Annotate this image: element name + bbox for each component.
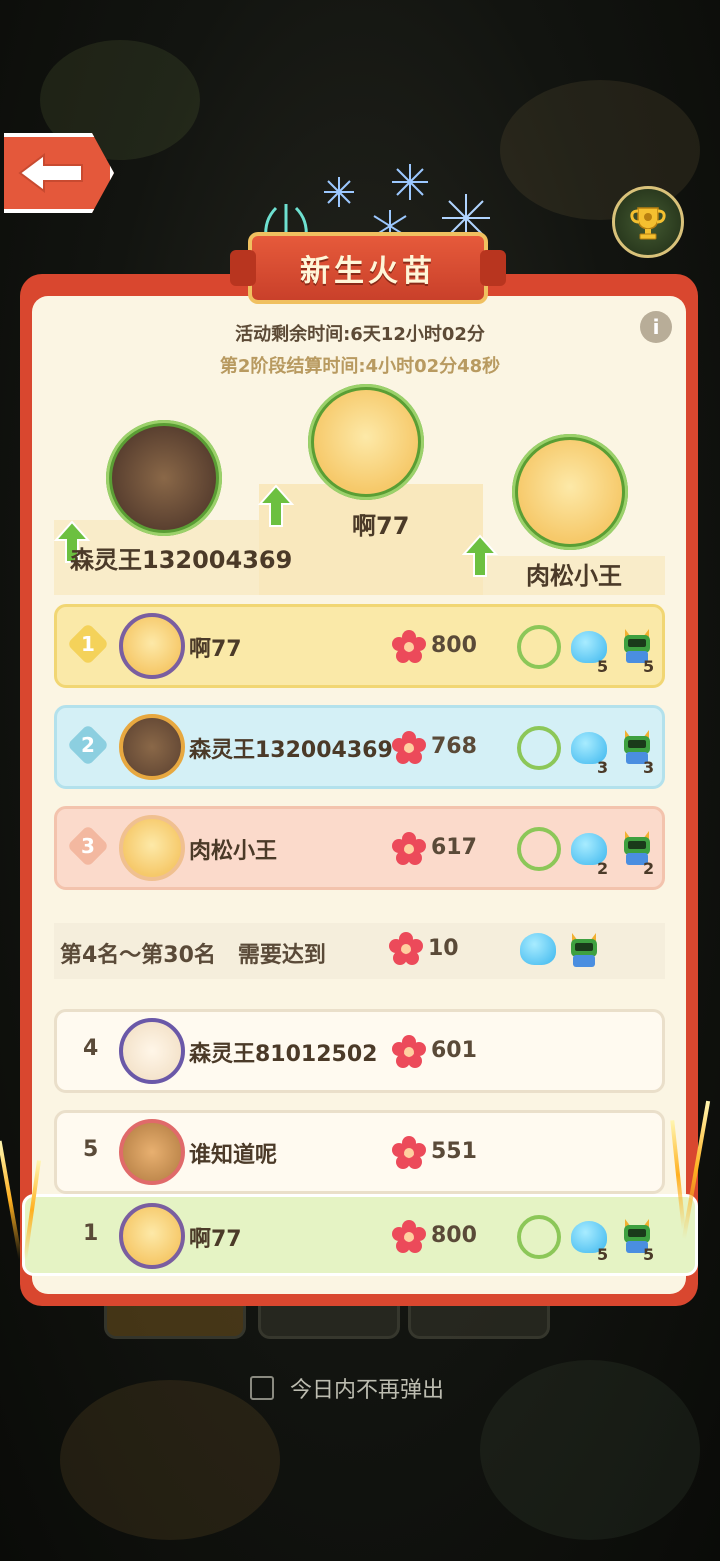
- rank-number: 5: [83, 1137, 99, 1162]
- avatar: [119, 1203, 185, 1269]
- firework-decoration: [392, 164, 428, 200]
- wreath-icon: [512, 434, 628, 550]
- avatar: [119, 714, 185, 780]
- rank-row-4[interactable]: 4 森灵王81012502 601: [54, 1009, 665, 1093]
- stage-settlement-time: 第2阶段结算时间:4小时02分48秒: [219, 356, 501, 377]
- avatar: [119, 613, 185, 679]
- my-rank-row[interactable]: 1 啊77 800 5 5: [22, 1194, 698, 1276]
- slime-count: 2: [597, 859, 609, 878]
- info-button[interactable]: i: [640, 311, 672, 343]
- trophy-button[interactable]: [612, 186, 684, 258]
- requirement-label: 第4名～第30名 需要达到: [60, 943, 326, 968]
- player-name: 啊77: [189, 637, 242, 662]
- wreath-icon: [517, 625, 561, 669]
- dont-show-today-label: 今日内不再弹出: [290, 1378, 445, 1403]
- score: 617: [431, 835, 477, 860]
- wreath-icon: [517, 726, 561, 770]
- wreath-icon: [517, 827, 561, 871]
- flower-icon: [392, 1136, 426, 1169]
- slime-count: 5: [597, 1245, 609, 1264]
- score: 601: [431, 1038, 477, 1063]
- trophy-icon: [630, 207, 666, 240]
- rank-badge: 3: [66, 824, 110, 868]
- rank-number: 4: [83, 1036, 99, 1061]
- bottom-button-middle: [258, 1306, 400, 1339]
- flower-icon: [392, 1035, 426, 1068]
- rank-row-5[interactable]: 5 谁知道呢 551: [54, 1110, 665, 1194]
- slime-count: 5: [597, 657, 609, 676]
- player-name: 啊77: [189, 1227, 242, 1252]
- dont-show-today-toggle[interactable]: 今日内不再弹出: [250, 1372, 444, 1404]
- podium-name-second: 森灵王132004369: [70, 546, 293, 574]
- rank-badge: 2: [66, 723, 110, 767]
- score: 800: [431, 633, 477, 658]
- avatar: [119, 1119, 185, 1185]
- score: 800: [431, 1223, 477, 1248]
- robot-icon: [571, 933, 597, 967]
- bg-decoration: [60, 1380, 280, 1540]
- bg-decoration: [480, 1360, 700, 1540]
- slime-count: 3: [597, 758, 609, 777]
- back-arrow-icon: [18, 153, 83, 193]
- info-icon: i: [652, 315, 660, 339]
- up-arrow-icon: [258, 484, 294, 527]
- flower-icon: [389, 932, 423, 965]
- robot-count: 3: [643, 758, 655, 777]
- player-name: 谁知道呢: [189, 1143, 278, 1168]
- player-name: 森灵王132004369: [189, 738, 393, 763]
- rank-badge: 1: [66, 622, 110, 666]
- wreath-icon: [106, 420, 222, 536]
- avatar: [119, 815, 185, 881]
- rank-row-3[interactable]: 3 肉松小王 617 2 2: [54, 806, 665, 890]
- requirement-score: 10: [428, 936, 459, 961]
- rank-number: 1: [83, 1221, 99, 1246]
- flower-icon: [392, 731, 426, 764]
- flower-icon: [392, 832, 426, 865]
- score: 551: [431, 1139, 477, 1164]
- firework-decoration: [324, 177, 354, 207]
- podium-name-first: 啊77: [352, 512, 410, 540]
- flower-icon: [392, 1220, 426, 1253]
- back-button[interactable]: [4, 133, 114, 213]
- player-name: 森灵王81012502: [189, 1042, 378, 1067]
- rank-row-1[interactable]: 1 啊77 800 5 5: [54, 604, 665, 688]
- flower-icon: [392, 630, 426, 663]
- bottom-button-left: [104, 1306, 246, 1339]
- event-remaining-time: 活动剩余时间:6天12小时02分: [235, 324, 485, 345]
- score: 768: [431, 734, 477, 759]
- bottom-button-right: [408, 1306, 550, 1339]
- wreath-icon: [517, 1215, 561, 1259]
- robot-count: 5: [643, 657, 655, 676]
- player-name: 肉松小王: [189, 839, 278, 864]
- robot-count: 5: [643, 1245, 655, 1264]
- dont-show-today-checkbox[interactable]: [250, 1376, 274, 1400]
- rank-row-2[interactable]: 2 森灵王132004369 768 3 3: [54, 705, 665, 789]
- avatar: [119, 1018, 185, 1084]
- robot-count: 2: [643, 859, 655, 878]
- up-arrow-icon: [462, 534, 498, 577]
- podium-name-third: 肉松小王: [526, 562, 622, 590]
- rank-requirement-bar: 第4名～第30名 需要达到 10: [54, 923, 665, 979]
- podium-avatar-second[interactable]: [106, 420, 222, 536]
- podium-avatar-first[interactable]: [308, 384, 424, 500]
- event-title: 新生火苗: [230, 232, 506, 304]
- wreath-icon: [308, 384, 424, 500]
- slime-icon: [520, 933, 556, 965]
- podium-avatar-third[interactable]: [512, 434, 628, 550]
